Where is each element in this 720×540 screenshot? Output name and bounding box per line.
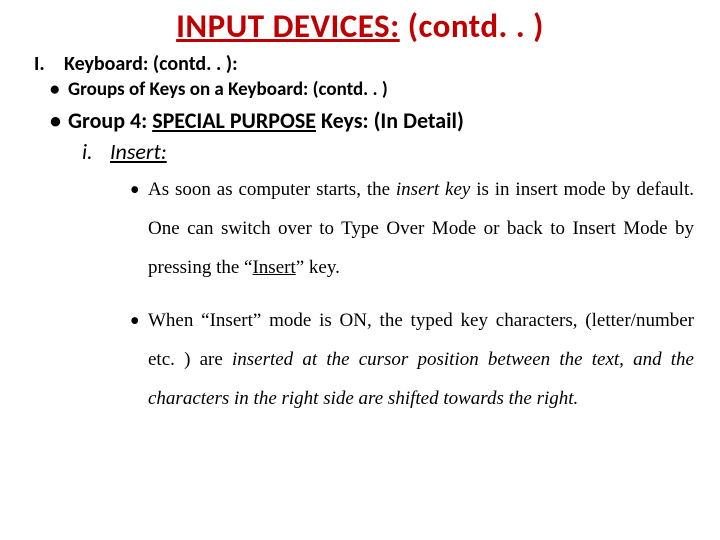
group4-seg1: Group 4:: [68, 107, 152, 134]
bullet-icon: •: [50, 107, 68, 134]
p1-e: ” key.: [296, 257, 340, 278]
slide: INPUT DEVICES: (contd. . ) I.Keyboard: (…: [0, 0, 720, 540]
title-suffix: (contd. . ): [400, 6, 544, 46]
sub1-text: Groups of Keys on a Keyboard: (contd. . …: [68, 78, 388, 101]
bullet-icon: •: [130, 171, 139, 210]
group4-underlined: SPECIAL PURPOSE: [152, 107, 316, 134]
item-line: i.Insert:: [82, 138, 700, 165]
title-main: INPUT DEVICES:: [176, 6, 400, 46]
bullet-icon: •: [130, 302, 139, 341]
detail-bullets: • As soon as computer starts, the insert…: [130, 171, 700, 419]
p1-d: Insert: [252, 257, 295, 278]
detail-para-1: • As soon as computer starts, the insert…: [130, 171, 694, 288]
item-label: Insert:: [110, 138, 167, 165]
p1-a: As soon as computer starts, the: [148, 179, 396, 200]
p1-b: insert key: [396, 179, 470, 200]
item-num: i.: [82, 138, 110, 165]
roman-text: Keyboard: (contd. . ):: [64, 52, 238, 76]
bullet-icon: •: [50, 78, 68, 101]
slide-title: INPUT DEVICES: (contd. . ): [20, 6, 700, 46]
group4-seg2: Keys: (In Detail): [316, 107, 464, 134]
roman-numeral: I.: [34, 52, 64, 76]
sub-bullet-2: •Group 4: SPECIAL PURPOSE Keys: (In Deta…: [50, 107, 700, 134]
roman-line: I.Keyboard: (contd. . ):: [34, 52, 700, 76]
sub-bullet-1: •Groups of Keys on a Keyboard: (contd. .…: [50, 78, 700, 101]
detail-para-2: • When “Insert” mode is ON, the typed ke…: [130, 302, 694, 419]
